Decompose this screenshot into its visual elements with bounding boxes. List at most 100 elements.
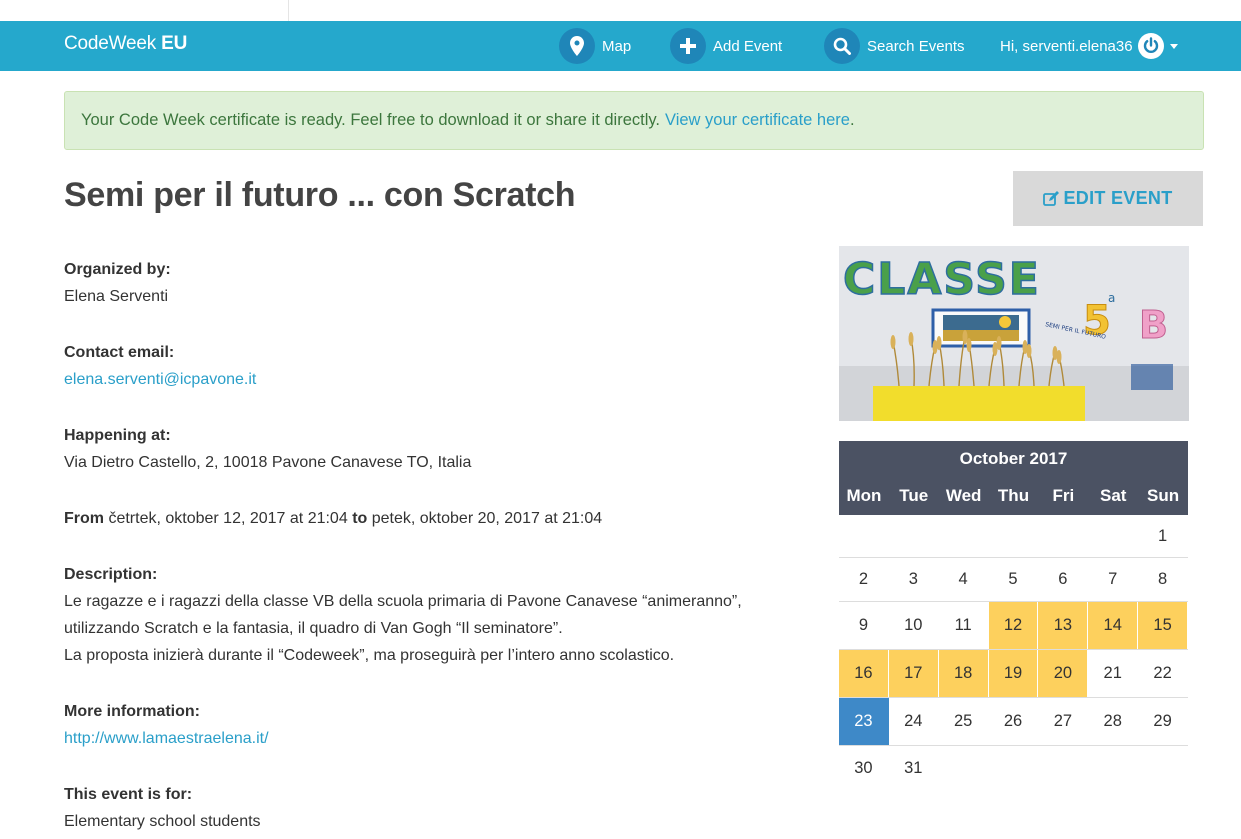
calendar-day[interactable]: 12 [988, 602, 1039, 649]
calendar-day[interactable]: 8 [1138, 558, 1188, 601]
weekday-label: Fri [1052, 486, 1075, 505]
weekday-label: Sat [1099, 486, 1127, 505]
calendar-day[interactable]: 18 [938, 650, 989, 697]
calendar-day[interactable]: 15 [1138, 602, 1189, 649]
calendar-day[interactable]: 9 [839, 602, 889, 649]
calendar-day[interactable]: 30 [839, 746, 889, 790]
weekday-label: Tue [899, 486, 929, 505]
map-marker-icon [559, 28, 595, 64]
brand-suffix: EU [161, 33, 188, 54]
description-label: Description: [64, 566, 158, 583]
calendar-empty-day [1088, 746, 1138, 790]
calendar-header: October 2017 Mon Tue Wed Thu Fri Sat Sun [839, 441, 1188, 515]
nav-search-events-link[interactable]: Search Events [824, 27, 965, 65]
calendar-day[interactable]: 13 [1038, 602, 1089, 649]
description-field: Description: Le ragazze e i ragazzi dell… [64, 561, 804, 669]
calendar-empty-day [1038, 746, 1088, 790]
calendar-day[interactable]: 16 [839, 650, 889, 697]
user-greeting: Hi, serventi.elena36 [1000, 37, 1133, 55]
description-line: Le ragazze e i ragazzi della classe VB d… [64, 593, 742, 610]
calendar-day[interactable]: 29 [1138, 698, 1188, 745]
audience-field: This event is for: Elementary school stu… [64, 781, 804, 835]
calendar-day[interactable]: 23 [839, 698, 889, 745]
calendar-empty-day [939, 515, 989, 557]
calendar-week-row: 30 31 [839, 746, 1188, 790]
event-image: CLASSE 5 a B SEMI PER IL FUTURO [839, 246, 1189, 421]
dates-field: From četrtek, oktober 12, 2017 at 21:04 … [64, 505, 804, 532]
contact-label: Contact email: [64, 344, 175, 361]
contact-email-link[interactable]: elena.serventi@icpavone.it [64, 371, 256, 388]
calendar-weekdays: Mon Tue Wed Thu Fri Sat Sun [839, 477, 1188, 515]
certificate-alert: Your Code Week certificate is ready. Fee… [64, 91, 1204, 150]
calendar-day[interactable]: 10 [889, 602, 939, 649]
event-details: Organized by: Elena Serventi Contact ema… [64, 256, 804, 839]
calendar-day[interactable]: 11 [939, 602, 989, 649]
calendar-empty-day [839, 515, 889, 557]
calendar-empty-day [889, 515, 939, 557]
calendar-day[interactable]: 6 [1038, 558, 1088, 601]
edit-event-label: EDIT EVENT [1063, 188, 1173, 208]
calendar-day[interactable]: 25 [939, 698, 989, 745]
nav-search-events-label: Search Events [867, 37, 965, 55]
calendar-week-row: 23 24 25 26 27 28 29 [839, 698, 1188, 746]
calendar-day[interactable]: 20 [1038, 650, 1089, 697]
image-text-b: B [1139, 303, 1168, 347]
browser-top-strip [0, 0, 1241, 21]
location-field: Happening at: Via Dietro Castello, 2, 10… [64, 422, 804, 476]
calendar-day[interactable]: 2 [839, 558, 889, 601]
navbar: CodeWeek EU Map Add Event Search Events … [0, 21, 1241, 71]
calendar-empty-day [989, 515, 1039, 557]
description-line: utilizzando Scratch e la fantasia, il qu… [64, 620, 563, 637]
organizer-name: Elena Serventi [64, 288, 169, 305]
weekday-label: Mon [846, 486, 882, 505]
chevron-down-icon [1169, 43, 1178, 49]
calendar-day[interactable]: 5 [989, 558, 1039, 601]
calendar-day[interactable]: 3 [889, 558, 939, 601]
view-certificate-link[interactable]: View your certificate here [665, 111, 850, 130]
more-info-label: More information: [64, 703, 200, 720]
nav-add-event-label: Add Event [713, 37, 783, 55]
calendar-day[interactable]: 4 [939, 558, 989, 601]
more-info-field: More information: http://www.lamaestrael… [64, 698, 804, 752]
calendar-day[interactable]: 24 [889, 698, 939, 745]
to-label: to [352, 510, 368, 527]
calendar-day[interactable]: 21 [1088, 650, 1138, 697]
alert-message: Your Code Week certificate is ready. Fee… [81, 111, 660, 129]
calendar-empty-day [1038, 515, 1088, 557]
calendar-day[interactable]: 19 [988, 650, 1039, 697]
calendar-day[interactable]: 22 [1138, 650, 1188, 697]
calendar-week-row: 16 17 18 19 20 21 22 [839, 650, 1188, 698]
weekday-label: Wed [945, 486, 982, 505]
calendar-day[interactable]: 26 [989, 698, 1039, 745]
alert-suffix: . [849, 111, 855, 129]
brand-logo[interactable]: CodeWeek EU [64, 33, 187, 55]
calendar-week-row: 9 10 11 12 13 14 15 [839, 602, 1189, 650]
edit-event-button[interactable]: EDIT EVENT [1013, 171, 1203, 226]
organizer-field: Organized by: Elena Serventi [64, 256, 804, 310]
image-text-a: a [1108, 291, 1115, 305]
nav-map-link[interactable]: Map [559, 27, 631, 65]
location-label: Happening at: [64, 427, 171, 444]
calendar-day[interactable]: 17 [888, 650, 939, 697]
calendar-day[interactable]: 27 [1038, 698, 1088, 745]
nav-add-event-link[interactable]: Add Event [670, 27, 782, 65]
from-label: From [64, 510, 104, 527]
user-menu-toggle[interactable]: Hi, serventi.elena36 [1000, 27, 1178, 65]
calendar-day[interactable]: 7 [1088, 558, 1138, 601]
plus-icon [670, 28, 706, 64]
power-icon [1137, 33, 1164, 59]
description-line: La proposta inizierà durante il “Codewee… [64, 647, 675, 664]
calendar-week-row: 1 [839, 515, 1188, 558]
divider [288, 0, 289, 21]
calendar-day[interactable]: 14 [1088, 602, 1139, 649]
event-calendar: October 2017 Mon Tue Wed Thu Fri Sat Sun… [839, 441, 1189, 790]
search-icon [824, 28, 860, 64]
calendar-day[interactable]: 28 [1088, 698, 1138, 745]
calendar-empty-day [1138, 746, 1188, 790]
calendar-day[interactable]: 1 [1138, 515, 1188, 557]
page-title: Semi per il futuro ... con Scratch [64, 176, 576, 214]
more-info-link[interactable]: http://www.lamaestraelena.it/ [64, 730, 269, 747]
edit-icon [1043, 190, 1060, 206]
audience-label: This event is for: [64, 786, 193, 803]
calendar-day[interactable]: 31 [889, 746, 939, 790]
